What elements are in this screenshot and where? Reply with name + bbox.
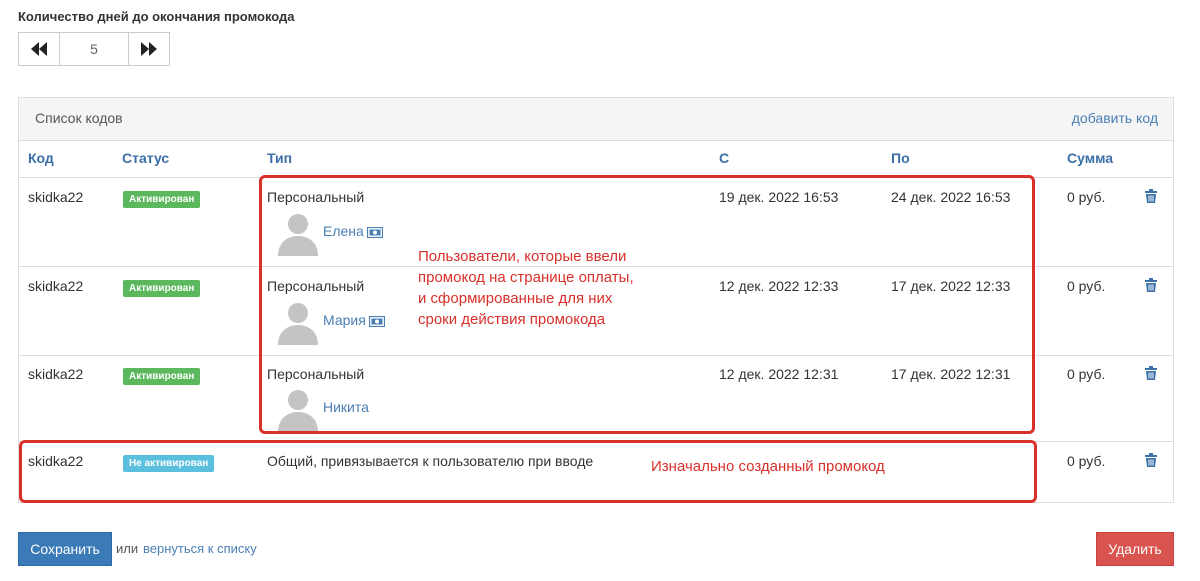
- column-header-sum[interactable]: Сумма: [1067, 150, 1113, 166]
- sum-cell: 0 руб.: [1067, 453, 1106, 469]
- users-annotation: Пользователи, которые ввели промокод на …: [418, 246, 634, 330]
- save-button[interactable]: Сохранить: [18, 532, 112, 566]
- status-badge: Активирован: [123, 368, 201, 385]
- annotation-line: и сформированные для них: [418, 290, 613, 307]
- code-cell: skidka22: [28, 366, 84, 382]
- back-to-list-link[interactable]: вернуться к списку: [143, 541, 257, 556]
- annotation-line: промокод на странице оплаты,: [418, 269, 634, 286]
- status-badge: Активирован: [123, 280, 201, 297]
- sum-cell: 0 руб.: [1067, 366, 1106, 382]
- column-header-status[interactable]: Статус: [122, 150, 169, 166]
- original-code-annotation: Изначально созданный промокод: [651, 458, 885, 475]
- column-header-from[interactable]: С: [719, 150, 729, 166]
- trash-icon[interactable]: [1145, 453, 1157, 467]
- column-header-code[interactable]: Код: [28, 150, 54, 166]
- days-label: Количество дней до окончания промокода: [18, 9, 295, 24]
- status-badge: Активирован: [123, 191, 201, 208]
- annotation-line: Пользователи, которые ввели: [418, 248, 627, 265]
- sum-cell: 0 руб.: [1067, 278, 1106, 294]
- days-stepper: 5: [18, 32, 170, 66]
- users-highlight-box: [259, 175, 1035, 434]
- trash-icon[interactable]: [1145, 278, 1157, 292]
- add-code-link[interactable]: добавить код: [1072, 110, 1158, 126]
- days-value[interactable]: 5: [59, 33, 129, 65]
- annotation-line: сроки действия промокода: [418, 311, 606, 328]
- double-arrow-left-icon: [31, 42, 47, 56]
- decrement-button[interactable]: [19, 33, 59, 65]
- column-header-type[interactable]: Тип: [267, 150, 292, 166]
- increment-button[interactable]: [129, 33, 169, 65]
- delete-button[interactable]: Удалить: [1096, 532, 1174, 566]
- code-cell: skidka22: [28, 189, 84, 205]
- panel-header: Список кодов добавить код: [19, 98, 1173, 141]
- double-arrow-right-icon: [141, 42, 157, 56]
- panel-title: Список кодов: [35, 110, 123, 126]
- column-header-to[interactable]: По: [891, 150, 910, 166]
- or-text: или: [116, 541, 139, 556]
- trash-icon[interactable]: [1145, 366, 1157, 380]
- trash-icon[interactable]: [1145, 189, 1157, 203]
- sum-cell: 0 руб.: [1067, 189, 1106, 205]
- code-cell: skidka22: [28, 278, 84, 294]
